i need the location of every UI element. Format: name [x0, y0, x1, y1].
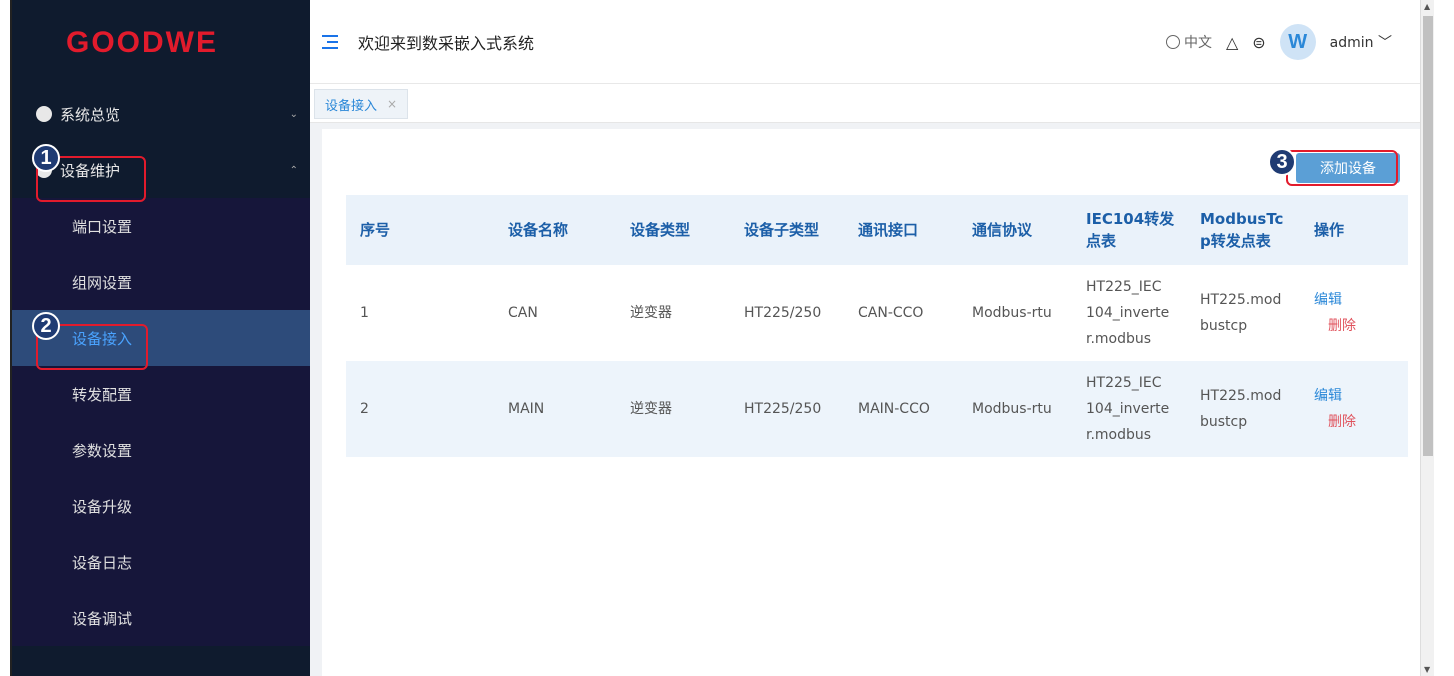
tab-bar: 设备接入 × — [310, 85, 1432, 123]
sidebar-item-forward-config[interactable]: 转发配置 — [12, 366, 310, 422]
sidebar-item-port-settings[interactable]: 端口设置 — [12, 198, 310, 254]
column-header: 设备子类型 — [744, 221, 820, 239]
sidebar-item-label: 组网设置 — [72, 273, 133, 292]
sidebar-item-label: 设备调试 — [72, 609, 133, 628]
chevron-down-icon: ﹀ — [1378, 35, 1392, 51]
sidebar-item-device-log[interactable]: 设备日志 — [12, 534, 310, 590]
close-icon[interactable]: × — [387, 97, 397, 111]
pie-chart-icon — [36, 106, 52, 122]
sidebar-item-device-upgrade[interactable]: 设备升级 — [12, 478, 310, 534]
delete-link[interactable]: 删除 — [1314, 313, 1408, 339]
callout-1: 1 — [32, 144, 60, 172]
sidebar-item-label: 端口设置 — [72, 217, 133, 236]
chevron-down-icon: ⌄ — [289, 108, 298, 120]
device-table: 序号 设备名称 设备类型 设备子类型 通讯接口 通信协议 IEC104转发 点表… — [346, 195, 1408, 457]
tab-label: 设备接入 — [325, 98, 378, 114]
cell-modbus: HT225.mod bustcp — [1200, 292, 1282, 334]
cell-actions: 编辑 删除 — [1300, 265, 1408, 361]
sidebar-item-network-settings[interactable]: 组网设置 — [12, 254, 310, 310]
page-title: 欢迎来到数采嵌入式系统 — [358, 33, 535, 53]
cell-iec104: HT225_IEC 104_inverte r.modbus — [1086, 375, 1170, 443]
vertical-scrollbar[interactable]: ▲ ▼ — [1420, 0, 1434, 676]
header-actions: 中文 △ ⊜ W admin ﹀ — [1165, 0, 1392, 84]
cell-subtype: HT225/250 — [744, 305, 822, 321]
cell-interface: CAN-CCO — [858, 305, 924, 321]
cell-subtype: HT225/250 — [744, 401, 822, 417]
scroll-up-icon[interactable]: ▲ — [1424, 2, 1430, 11]
sidebar-item-param-settings[interactable]: 参数设置 — [12, 422, 310, 478]
cell-actions: 编辑 删除 — [1300, 361, 1408, 457]
sidebar-item-label: 参数设置 — [72, 441, 133, 460]
scroll-down-icon[interactable]: ▼ — [1424, 665, 1430, 674]
submenu: 端口设置 组网设置 设备接入 转发配置 参数设置 设备升级 设备日志 设备调试 — [12, 198, 310, 646]
globe-icon — [1165, 35, 1180, 49]
avatar[interactable]: W — [1279, 24, 1316, 60]
table-row: 2 MAIN 逆变器 HT225/250 MAIN-CCO Modbus-rtu… — [346, 361, 1408, 457]
column-header: 通信协议 — [972, 221, 1033, 239]
delete-link[interactable]: 删除 — [1314, 409, 1408, 435]
warning-icon[interactable]: △ — [1226, 33, 1238, 52]
cell-modbus: HT225.mod bustcp — [1200, 388, 1282, 430]
cell-no: 2 — [360, 401, 369, 417]
cell-protocol: Modbus-rtu — [972, 401, 1052, 417]
language-switch[interactable]: 中文 — [1165, 32, 1212, 52]
cell-iec104: HT225_IEC 104_inverte r.modbus — [1086, 279, 1170, 347]
cell-no: 1 — [360, 305, 369, 321]
column-header: 操作 — [1314, 221, 1345, 239]
main-content: 添加设备 序号 设备名称 设备类型 设备子类型 通讯接口 通信协议 IEC104… — [310, 123, 1432, 676]
app-window: GOODWE 系统总览 ⌄ 设备维护 ⌃ 端口设置 组网设置 设备接入 转发配置… — [10, 0, 1444, 676]
cell-protocol: Modbus-rtu — [972, 305, 1052, 321]
user-menu[interactable]: admin ﹀ — [1330, 32, 1392, 52]
column-header: IEC104转发 点表 — [1086, 210, 1175, 250]
tab-device-access[interactable]: 设备接入 × — [314, 89, 409, 119]
header: 欢迎来到数采嵌入式系统 中文 △ ⊜ W admin ﹀ — [310, 0, 1432, 84]
column-header: 序号 — [360, 221, 391, 239]
table-header-row: 序号 设备名称 设备类型 设备子类型 通讯接口 通信协议 IEC104转发 点表… — [346, 195, 1408, 265]
sidebar-item-label: 系统总览 — [60, 105, 121, 124]
scrollbar-thumb[interactable] — [1423, 16, 1433, 456]
logo: GOODWE — [12, 0, 310, 86]
chevron-up-icon: ⌃ — [289, 164, 298, 176]
callout-3: 3 — [1268, 148, 1296, 176]
cell-interface: MAIN-CCO — [858, 401, 930, 417]
sidebar-item-label: 设备升级 — [72, 497, 133, 516]
callout-2: 2 — [32, 312, 60, 340]
cell-name: MAIN — [508, 401, 545, 417]
highlight-box-3 — [1286, 150, 1398, 186]
message-icon[interactable]: ⊜ — [1252, 33, 1265, 52]
table-row: 1 CAN 逆变器 HT225/250 CAN-CCO Modbus-rtu H… — [346, 265, 1408, 361]
column-header: 设备名称 — [508, 221, 569, 239]
logo-text: GOODWE — [66, 26, 218, 59]
sidebar-item-label: 设备日志 — [72, 553, 133, 572]
column-header: 设备类型 — [630, 221, 691, 239]
cell-type: 逆变器 — [630, 401, 672, 417]
column-header: 通讯接口 — [858, 221, 919, 239]
menu-toggle-icon[interactable] — [322, 34, 338, 49]
edit-link[interactable]: 编辑 — [1314, 383, 1408, 409]
sidebar-item-label: 转发配置 — [72, 385, 133, 404]
column-header: ModbusTc p转发点表 — [1200, 210, 1284, 250]
sidebar-item-overview[interactable]: 系统总览 ⌄ — [12, 86, 310, 142]
edit-link[interactable]: 编辑 — [1314, 287, 1408, 313]
cell-name: CAN — [508, 305, 538, 321]
sidebar-item-device-debug[interactable]: 设备调试 — [12, 590, 310, 646]
username: admin — [1329, 35, 1374, 51]
cell-type: 逆变器 — [630, 305, 672, 321]
language-label: 中文 — [1183, 35, 1212, 51]
device-panel: 添加设备 序号 设备名称 设备类型 设备子类型 通讯接口 通信协议 IEC104… — [322, 129, 1422, 676]
